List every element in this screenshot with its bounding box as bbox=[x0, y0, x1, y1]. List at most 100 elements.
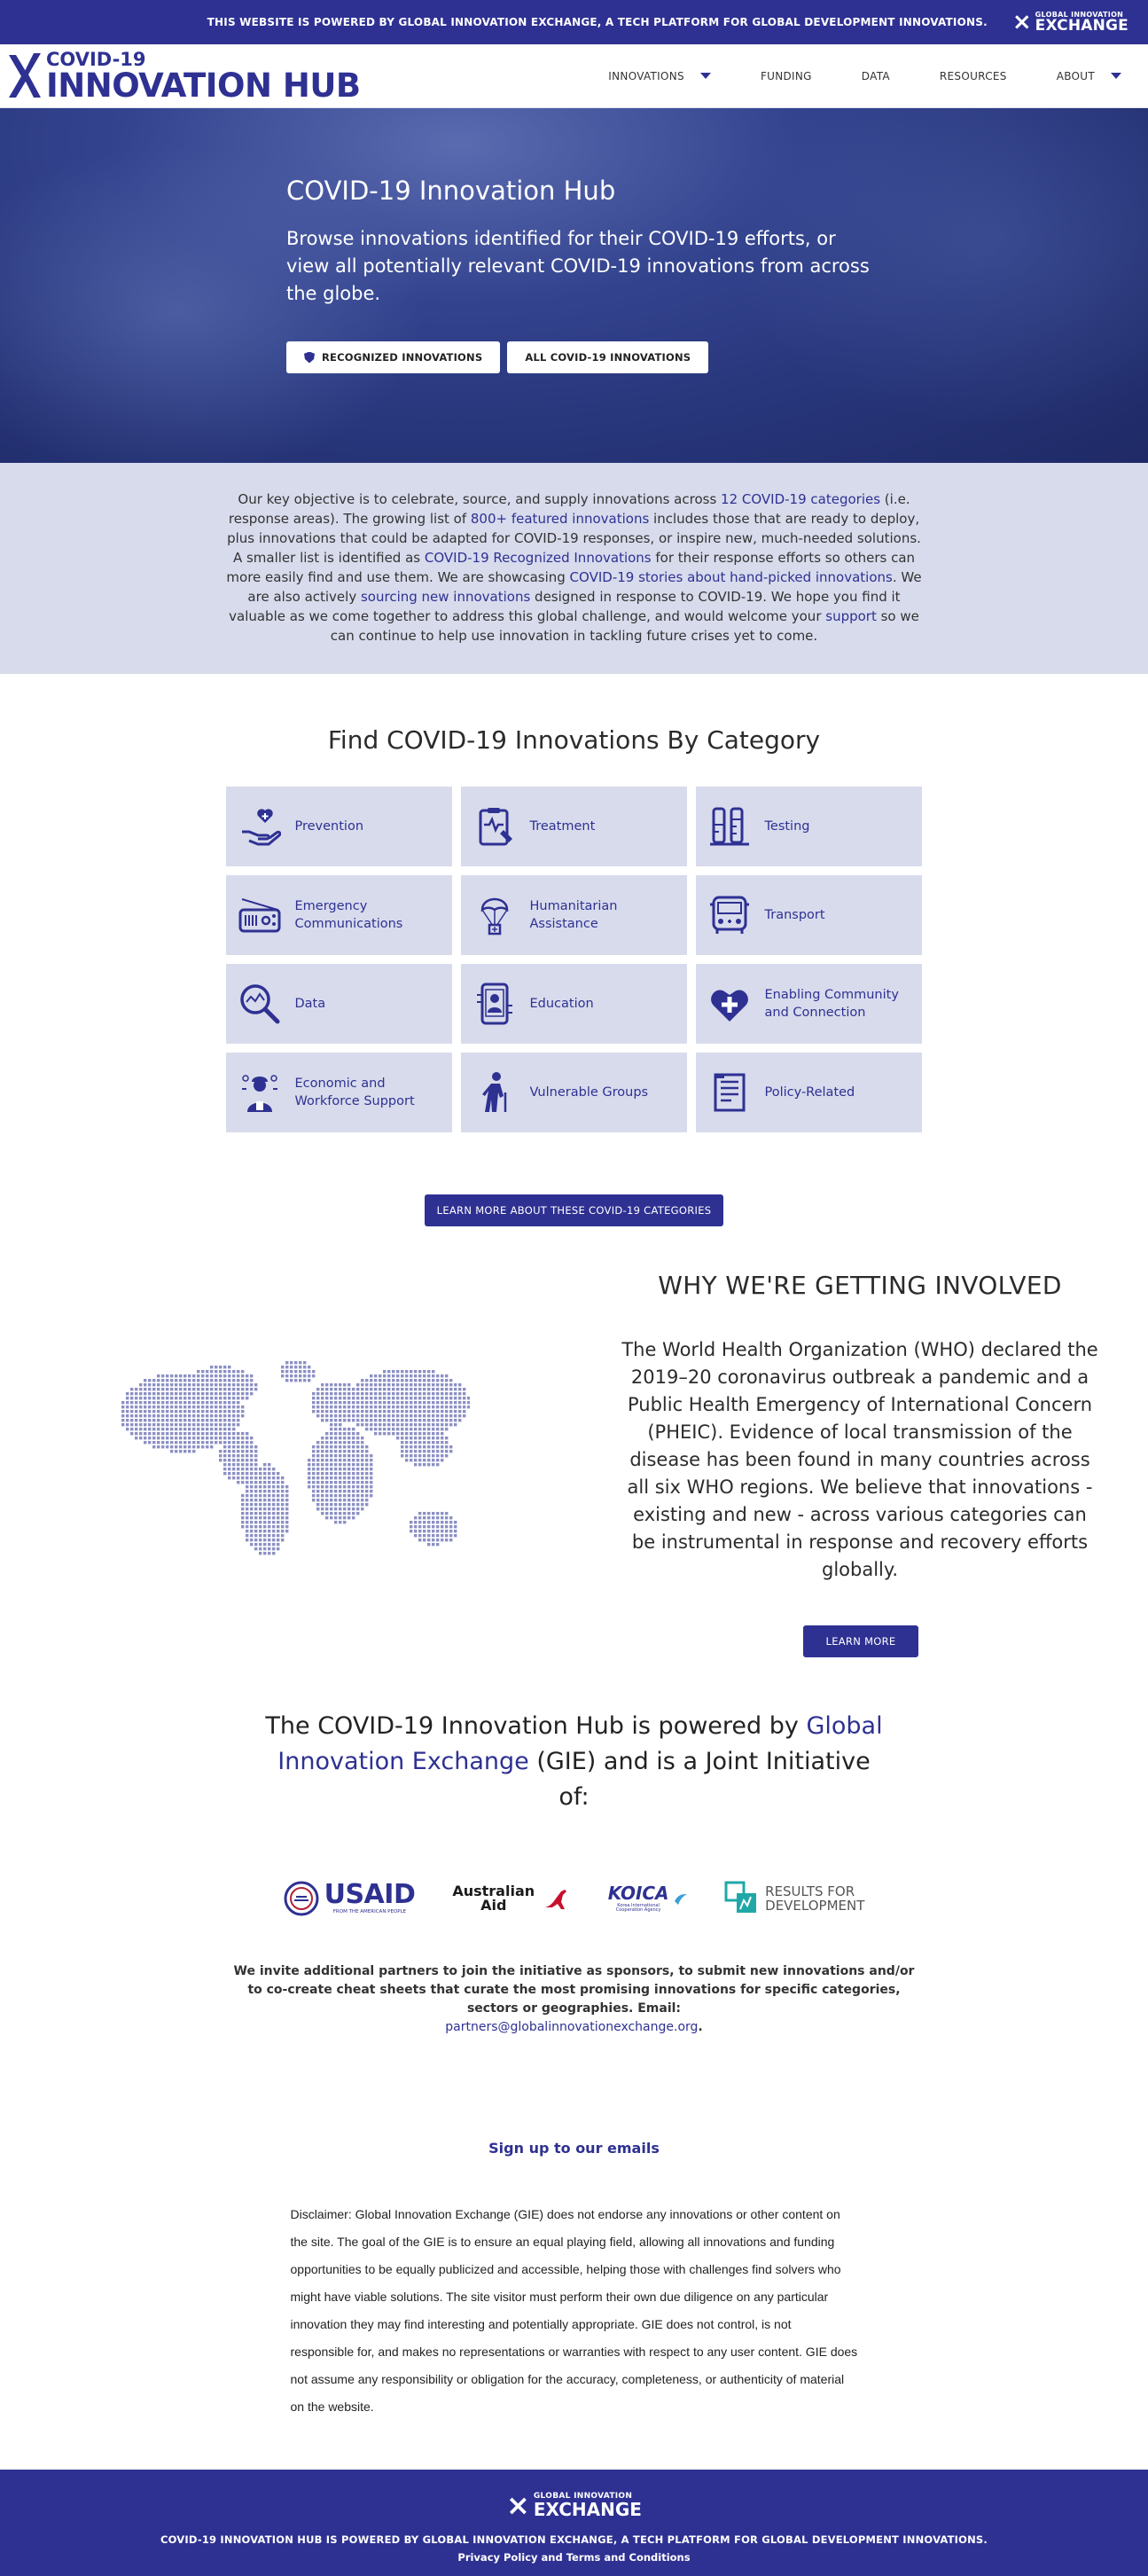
category-policy-related[interactable]: Policy-Related bbox=[695, 1053, 922, 1132]
map-dot bbox=[219, 1428, 223, 1431]
map-dot bbox=[254, 1485, 258, 1489]
map-dot bbox=[436, 1521, 440, 1524]
map-dot bbox=[330, 1419, 333, 1422]
map-dot bbox=[352, 1392, 355, 1396]
link-recognized-innovations[interactable]: COVID-19 Recognized Innovations bbox=[425, 550, 652, 566]
map-dot bbox=[396, 1437, 400, 1440]
map-dot bbox=[339, 1428, 342, 1431]
map-dot bbox=[418, 1379, 422, 1382]
map-dot bbox=[232, 1410, 236, 1413]
map-dot bbox=[268, 1490, 271, 1493]
map-dot bbox=[130, 1423, 134, 1427]
category-vulnerable-groups[interactable]: Vulnerable Groups bbox=[460, 1053, 687, 1132]
hub-logo[interactable]: COVID-19 INNOVATION HUB bbox=[9, 50, 361, 102]
australian-aid-logo[interactable]: Australian Aid bbox=[452, 1884, 570, 1913]
footer-gie-logo[interactable]: ⨯ GLOBAL INNOVATION EXCHANGE bbox=[506, 2491, 642, 2519]
map-dot bbox=[210, 1392, 214, 1396]
nav-innovations[interactable]: INNOVATIONS bbox=[608, 70, 711, 82]
all-innovations-button[interactable]: ALL COVID-19 INNOVATIONS bbox=[507, 341, 709, 373]
koica-logo[interactable]: KOICA Korea International Cooperation Ag… bbox=[607, 1884, 688, 1913]
map-dot bbox=[418, 1405, 422, 1409]
map-dot bbox=[201, 1397, 205, 1400]
nav-resources[interactable]: RESOURCES bbox=[940, 70, 1007, 82]
map-dot bbox=[210, 1397, 214, 1400]
map-dot bbox=[374, 1379, 378, 1382]
learn-more-button[interactable]: LEARN MORE bbox=[803, 1625, 918, 1657]
recognized-innovations-button[interactable]: RECOGNIZED INNOVATIONS bbox=[286, 341, 501, 373]
nav-about[interactable]: ABOUT bbox=[1057, 70, 1121, 82]
map-dot bbox=[277, 1499, 280, 1502]
map-dot bbox=[383, 1379, 387, 1382]
map-dot bbox=[299, 1370, 302, 1374]
map-dot bbox=[254, 1530, 258, 1533]
map-dot bbox=[170, 1414, 174, 1418]
map-dot bbox=[277, 1543, 280, 1546]
test-tubes-icon bbox=[709, 807, 749, 846]
map-dot bbox=[467, 1405, 470, 1409]
map-dot bbox=[237, 1423, 240, 1427]
map-dot bbox=[259, 1534, 262, 1538]
link-support[interactable]: support bbox=[825, 608, 877, 624]
map-dot bbox=[441, 1401, 444, 1405]
map-dot bbox=[130, 1414, 134, 1418]
category-label: Education bbox=[529, 997, 594, 1011]
map-dot bbox=[308, 1476, 311, 1480]
map-dot bbox=[285, 1366, 289, 1369]
map-dot bbox=[139, 1397, 143, 1400]
powered-section: The COVID-19 Innovation Hub is powered b… bbox=[0, 1705, 1148, 2421]
map-dot bbox=[316, 1499, 320, 1502]
site-header: COVID-19 INNOVATION HUB INNOVATIONS FUND… bbox=[0, 44, 1148, 108]
map-dot bbox=[361, 1507, 364, 1511]
usaid-logo[interactable]: USAID FROM THE AMERICAN PEOPLE bbox=[284, 1881, 416, 1916]
email-signup-link[interactable]: Sign up to our emails bbox=[0, 2140, 1148, 2157]
map-dot bbox=[334, 1450, 338, 1453]
map-dot bbox=[263, 1552, 267, 1555]
map-dot bbox=[365, 1468, 369, 1471]
nav-funding[interactable]: FUNDING bbox=[761, 70, 812, 82]
link-covid-stories[interactable]: COVID-19 stories about hand-picked innov… bbox=[570, 569, 893, 585]
map-dot bbox=[223, 1428, 227, 1431]
gie-logo[interactable]: ⨯ GLOBAL INNOVATION EXCHANGE bbox=[1012, 11, 1128, 34]
category-transport[interactable]: Transport bbox=[695, 875, 922, 955]
map-dot bbox=[339, 1445, 342, 1449]
learn-more-categories-button[interactable]: LEARN MORE ABOUT THESE COVID-19 CATEGORI… bbox=[424, 1194, 724, 1226]
map-dot bbox=[352, 1428, 355, 1431]
map-dot bbox=[170, 1383, 174, 1387]
privacy-terms-link[interactable]: Privacy Policy and Terms and Conditions bbox=[457, 2551, 690, 2564]
map-dot bbox=[228, 1388, 231, 1391]
partners-email-link[interactable]: partners@globalinnovationexchange.org bbox=[445, 2020, 698, 2034]
map-dot bbox=[405, 1419, 409, 1422]
category-humanitarian-assistance[interactable]: Humanitarian Assistance bbox=[460, 875, 687, 955]
category-testing[interactable]: Testing bbox=[695, 787, 922, 866]
link-categories[interactable]: 12 COVID-19 categories bbox=[721, 491, 880, 507]
results-for-development-logo[interactable]: RESULTS FOR DEVELOPMENT bbox=[724, 1881, 864, 1916]
map-dot bbox=[254, 1503, 258, 1507]
category-emergency-communications[interactable]: Emergency Communications bbox=[225, 875, 452, 955]
map-dot bbox=[445, 1423, 449, 1427]
map-dot bbox=[215, 1392, 218, 1396]
category-data[interactable]: Data bbox=[225, 964, 452, 1044]
map-dot bbox=[184, 1432, 187, 1436]
map-dot bbox=[352, 1454, 355, 1458]
map-dot bbox=[206, 1374, 209, 1378]
category-economic-workforce[interactable]: Economic and Workforce Support bbox=[225, 1053, 452, 1132]
category-treatment[interactable]: Treatment bbox=[460, 787, 687, 866]
category-education[interactable]: Education bbox=[460, 964, 687, 1044]
map-dot bbox=[423, 1374, 426, 1378]
map-dot bbox=[263, 1525, 267, 1529]
map-dot bbox=[379, 1401, 382, 1405]
map-dot bbox=[330, 1432, 333, 1436]
map-dot bbox=[436, 1401, 440, 1405]
nav-data[interactable]: DATA bbox=[862, 70, 890, 82]
nav-funding-label: FUNDING bbox=[760, 69, 812, 82]
category-prevention[interactable]: Prevention bbox=[225, 787, 452, 866]
map-dot bbox=[432, 1516, 435, 1520]
map-dot bbox=[316, 1441, 320, 1445]
link-sourcing[interactable]: sourcing new innovations bbox=[361, 589, 530, 605]
link-featured-innovations[interactable]: 800+ featured innovations bbox=[471, 511, 649, 527]
map-dot bbox=[343, 1437, 347, 1440]
map-dot bbox=[432, 1410, 435, 1413]
category-enabling-community[interactable]: Enabling Community and Connection bbox=[695, 964, 922, 1044]
map-dot bbox=[157, 1379, 160, 1382]
map-dot bbox=[365, 1410, 369, 1413]
